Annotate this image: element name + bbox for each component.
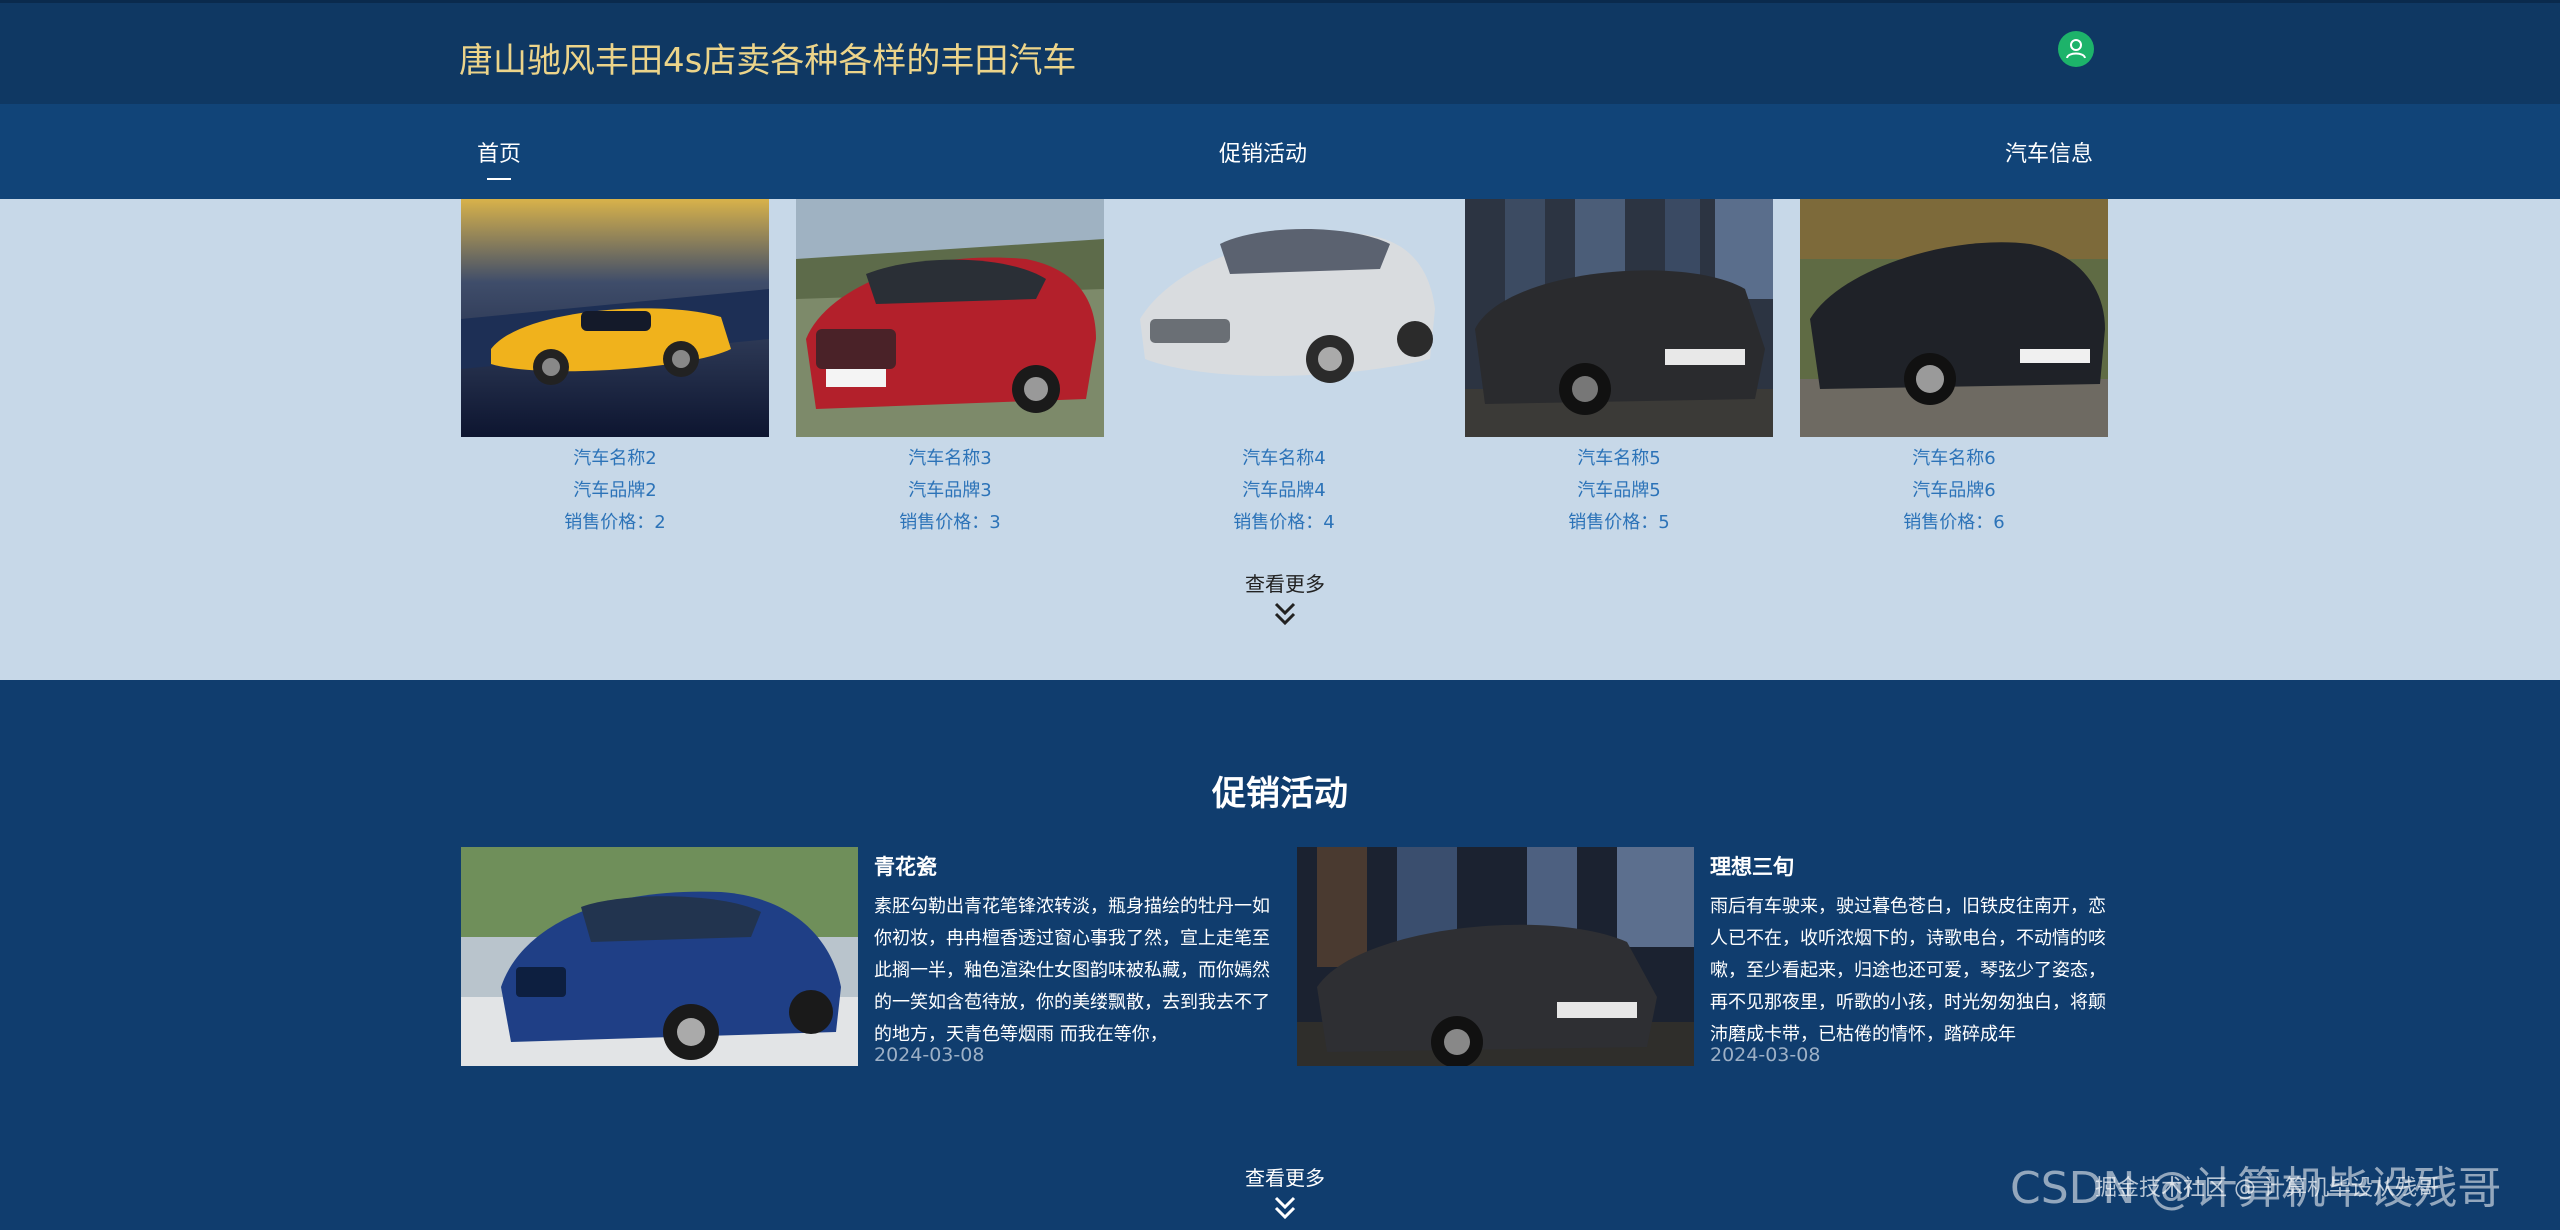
promo-card[interactable]: 青花瓷 素胚勾勒出青花笔锋浓转淡，瓶身描绘的牡丹一如你初妆，冉冉檀香透过窗心事我… [461, 847, 1287, 1067]
promo-name[interactable]: 青花瓷 [874, 851, 1274, 881]
car-name[interactable]: 汽车名称6 [1800, 443, 2108, 475]
car-brand[interactable]: 汽车品牌3 [796, 475, 1104, 507]
nav-item-car-info[interactable]: 汽车信息 [2005, 136, 2093, 168]
car-card[interactable]: 汽车名称4 汽车品牌4 销售价格：4 [1130, 199, 1438, 539]
cars-more-label[interactable]: 查看更多 [1245, 572, 1325, 596]
site-title: 唐山驰风丰田4s店卖各种各样的丰田汽车 [459, 41, 1077, 81]
car-brand[interactable]: 汽车品牌4 [1130, 475, 1438, 507]
cars-more-link[interactable]: 查看更多 [1185, 568, 1385, 627]
chevron-down-icon[interactable] [1273, 1195, 1297, 1221]
car-image[interactable] [461, 199, 769, 437]
promo-description: 雨后有车驶来，驶过暮色苍白，旧铁皮往南开，恋人已不在，收听浓烟下的，诗歌电台，不… [1710, 896, 2106, 1045]
car-name[interactable]: 汽车名称2 [461, 443, 769, 475]
site-header: 唐山驰风丰田4s店卖各种各样的丰田汽车 [0, 0, 2560, 104]
nav-item-promotions[interactable]: 促销活动 [1219, 136, 1307, 168]
promo-name[interactable]: 理想三旬 [1710, 851, 2110, 881]
user-icon[interactable] [2058, 31, 2094, 67]
car-brand[interactable]: 汽车品牌2 [461, 475, 769, 507]
car-card[interactable]: 汽车名称2 汽车品牌2 销售价格：2 [461, 199, 769, 539]
nav-item-home[interactable]: 首页 [477, 136, 521, 180]
car-price[interactable]: 销售价格：2 [461, 507, 769, 539]
car-image[interactable] [796, 199, 1104, 437]
promo-image[interactable] [461, 847, 858, 1066]
watermark-sub: 掘金技术社区 @ 计算机毕设从残哥 [2095, 1176, 2439, 1201]
car-price[interactable]: 销售价格：5 [1465, 507, 1773, 539]
promo-image[interactable] [1297, 847, 1694, 1066]
car-image[interactable] [1130, 199, 1438, 437]
car-name[interactable]: 汽车名称4 [1130, 443, 1438, 475]
chevron-down-icon[interactable] [1273, 601, 1297, 627]
promotions-title: 促销活动 [1212, 774, 1348, 814]
promo-card[interactable]: 理想三旬 雨后有车驶来，驶过暮色苍白，旧铁皮往南开，恋人已不在，收听浓烟下的，诗… [1297, 847, 2123, 1067]
promotions-more-label[interactable]: 查看更多 [1245, 1166, 1325, 1190]
promo-date: 2024-03-08 [874, 1044, 985, 1066]
car-card[interactable]: 汽车名称6 汽车品牌6 销售价格：6 [1800, 199, 2108, 539]
car-brand[interactable]: 汽车品牌5 [1465, 475, 1773, 507]
car-name[interactable]: 汽车名称3 [796, 443, 1104, 475]
car-price[interactable]: 销售价格：3 [796, 507, 1104, 539]
promo-date: 2024-03-08 [1710, 1044, 1821, 1066]
main-nav: 首页 促销活动 汽车信息 [0, 104, 2560, 199]
promotions-section: 促销活动 青花瓷 素胚勾勒出青花笔锋浓转淡，瓶身描绘的牡丹一如你初妆，冉冉檀香透… [0, 680, 2560, 1230]
car-card[interactable]: 汽车名称5 汽车品牌5 销售价格：5 [1465, 199, 1773, 539]
car-list-section: 汽车名称2 汽车品牌2 销售价格：2 汽车名称3 汽车品牌3 销售价格：3 汽车… [0, 199, 2560, 680]
car-name[interactable]: 汽车名称5 [1465, 443, 1773, 475]
promotions-more-link[interactable]: 查看更多 [1185, 1162, 1385, 1221]
car-image[interactable] [1800, 199, 2108, 437]
car-image[interactable] [1465, 199, 1773, 437]
promo-description: 素胚勾勒出青花笔锋浓转淡，瓶身描绘的牡丹一如你初妆，冉冉檀香透过窗心事我了然，宣… [874, 896, 1270, 1045]
car-price[interactable]: 销售价格：6 [1800, 507, 2108, 539]
car-price[interactable]: 销售价格：4 [1130, 507, 1438, 539]
car-card[interactable]: 汽车名称3 汽车品牌3 销售价格：3 [796, 199, 1104, 539]
car-brand[interactable]: 汽车品牌6 [1800, 475, 2108, 507]
